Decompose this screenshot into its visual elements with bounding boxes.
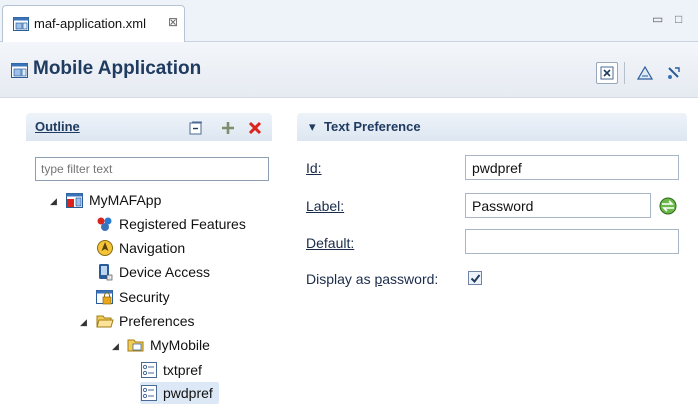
tree-item-label: Registered Features: [119, 216, 246, 232]
preference-icon: [140, 361, 158, 379]
collapse-all-icon: [189, 121, 202, 135]
source-view-button[interactable]: [596, 62, 618, 84]
tree-item-mymafapp[interactable]: MyMAFApp: [66, 189, 161, 211]
close-icon[interactable]: ⊠: [168, 15, 178, 29]
tree-item-pwdpref[interactable]: pwdpref: [140, 382, 219, 404]
puzzle-icon: [96, 215, 114, 233]
outline-panel-header: Outline: [26, 113, 272, 141]
editor-header: Mobile Application: [0, 42, 698, 98]
tree-item-label: txtpref: [163, 362, 202, 378]
toolbar-separator: [624, 62, 625, 84]
preference-icon: [140, 384, 158, 402]
details-panel-header: ▾ Text Preference: [297, 113, 687, 141]
id-label: Id:: [306, 160, 322, 176]
tree-item-preferences[interactable]: Preferences: [96, 310, 194, 332]
device-icon: [96, 263, 114, 281]
tree-item-mymobile[interactable]: MyMobile: [127, 334, 210, 356]
folder-open-icon: [96, 312, 114, 330]
collapse-arrow-icon[interactable]: ▾: [309, 119, 316, 135]
editor-tab-label: maf-application.xml: [34, 16, 146, 31]
tree-item-device-access[interactable]: Device Access: [96, 261, 210, 283]
plus-icon: [222, 122, 234, 134]
tree-item-navigation[interactable]: Navigation: [96, 237, 185, 259]
expand-arrow-icon[interactable]: ◢: [50, 196, 57, 207]
editor-tab-strip: maf-application.xml ⊠ ▭ □: [0, 0, 698, 42]
page-title: Mobile Application: [33, 58, 202, 79]
label-label: Label:: [306, 198, 345, 214]
expand-arrow-icon[interactable]: ◢: [80, 317, 87, 328]
editor-tab[interactable]: maf-application.xml ⊠: [2, 5, 185, 42]
mobile-application-icon: [11, 63, 28, 81]
display-password-checkbox[interactable]: [468, 271, 482, 285]
lock-icon: [96, 288, 114, 306]
id-field[interactable]: [465, 155, 679, 180]
navigation-icon: [96, 239, 114, 257]
design-icon: [637, 66, 653, 80]
design-view-button[interactable]: [634, 62, 656, 84]
tree-item-label: MyMobile: [150, 337, 210, 353]
tree-item-label: pwdpref: [163, 385, 213, 401]
add-button[interactable]: [221, 121, 235, 138]
app-icon: [66, 191, 84, 209]
tree-item-label: Preferences: [119, 313, 195, 329]
minimize-icon[interactable]: ▭: [652, 12, 663, 26]
details-title: Text Preference: [324, 119, 421, 134]
default-field[interactable]: [465, 229, 679, 254]
tree-item-label: MyMAFApp: [89, 192, 162, 208]
display-password-label: Display as password:: [306, 271, 439, 287]
default-label: Default:: [306, 235, 355, 251]
delete-icon: [248, 121, 262, 135]
translate-icon: [659, 197, 677, 215]
maximize-icon[interactable]: □: [675, 12, 682, 26]
tree-item-label: Navigation: [119, 240, 186, 256]
translate-button[interactable]: [658, 196, 678, 219]
folder-icon: [127, 336, 145, 354]
collapse-all-button[interactable]: [189, 121, 203, 138]
xml-source-icon: [600, 66, 614, 80]
tools-button[interactable]: [663, 62, 685, 84]
expand-arrow-icon[interactable]: ◢: [112, 341, 119, 352]
tree-item-txtpref[interactable]: txtpref: [140, 359, 202, 381]
tree-item-label: Device Access: [119, 264, 211, 280]
outline-filter-input[interactable]: [35, 157, 269, 181]
wrench-icon: [668, 67, 680, 79]
tree-item-label: Security: [119, 289, 170, 305]
label-field[interactable]: [465, 193, 651, 218]
checkmark-icon: [470, 273, 480, 283]
outline-title: Outline: [35, 119, 80, 134]
tree-item-security[interactable]: Security: [96, 286, 170, 308]
xml-file-icon: [13, 17, 29, 34]
delete-button[interactable]: [248, 121, 262, 138]
tree-item-registered-features[interactable]: Registered Features: [96, 213, 246, 235]
